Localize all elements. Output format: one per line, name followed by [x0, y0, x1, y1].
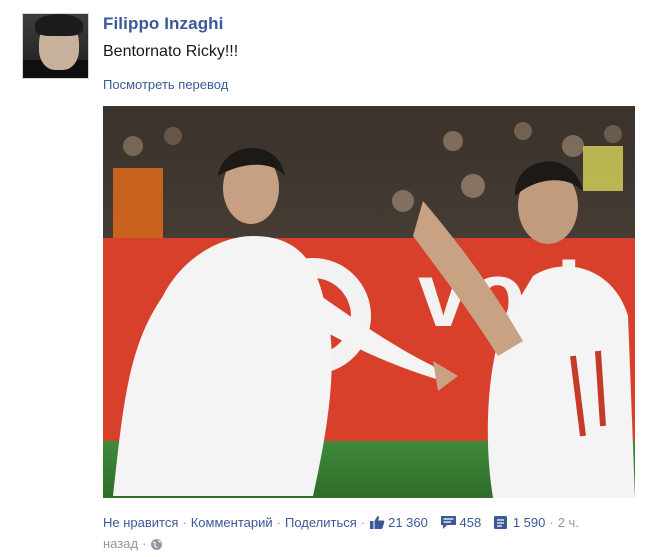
unlike-link[interactable]: Не нравится [103, 515, 178, 530]
separator-dot: · [142, 536, 147, 551]
separator-dot: · [549, 515, 554, 530]
comments-count-value[interactable]: 458 [460, 515, 482, 530]
separator-dot: · [276, 515, 281, 530]
avatar-hair [35, 14, 83, 36]
globe-icon[interactable] [150, 538, 163, 551]
shares-count[interactable]: 1 590 [493, 515, 546, 530]
separator-space [432, 515, 436, 530]
timestamp-part-2[interactable]: назад [103, 536, 138, 551]
separator-dot: · [360, 515, 366, 530]
photo-illustration: vod [103, 106, 635, 498]
see-translation-link[interactable]: Посмотреть перевод [103, 77, 228, 92]
comments-count[interactable]: 458 [440, 515, 482, 530]
author-name[interactable]: Filippo Inzaghi [103, 14, 223, 34]
separator-dot: · [182, 515, 187, 530]
share-icon [493, 516, 507, 529]
post-actions-bar: Не нравится · Комментарий · Поделиться · 21 36… [103, 512, 648, 554]
separator-space [485, 515, 489, 530]
likes-count[interactable]: 21 360 [369, 515, 428, 530]
share-link[interactable]: Поделиться [285, 515, 357, 530]
author-avatar[interactable] [22, 13, 89, 79]
likes-count-value[interactable]: 21 360 [388, 515, 428, 530]
post-photo[interactable]: vod [103, 106, 635, 498]
timestamp-part-1[interactable]: 2 ч. [558, 515, 579, 530]
shares-count-value[interactable]: 1 590 [513, 515, 546, 530]
comment-link[interactable]: Комментарий [191, 515, 273, 530]
thumbs-up-icon [370, 516, 385, 529]
post-text: Bentornato Ricky!!! [103, 43, 239, 60]
comment-bubble-icon [440, 516, 456, 529]
